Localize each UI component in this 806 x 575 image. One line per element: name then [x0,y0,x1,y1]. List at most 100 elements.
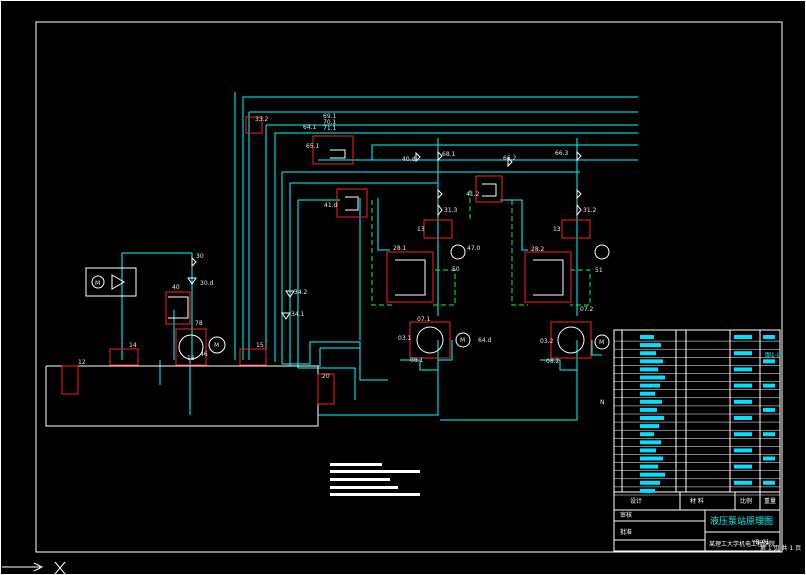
label-07-2: 07.2 [580,306,594,313]
parts-row-cell [640,440,661,445]
label-34-2: 34.2 [294,289,308,296]
parts-row-cell [640,424,659,429]
parts-row-cell [640,383,660,388]
reservoir-tank [45,365,319,427]
pressure-gauge-50-icon [450,244,466,260]
label-66-3: 66.3 [555,150,569,157]
variable-pump-2-icon [557,326,585,354]
parts-row-cell [640,416,664,420]
parts-row-cell [640,488,655,493]
parts-row-cell [640,464,658,469]
label-46: 46 [200,351,208,358]
label-14: 14 [129,342,137,349]
label-40-d: 40.d [402,156,416,163]
label-66-2: 66.2 [503,155,517,162]
parts-row-cell [734,432,752,437]
hydraulic-schematic: 33.2 64.1 69.1 70.1 71.1 65.1 40.d 68.1 … [0,0,806,575]
label-68-1: 68.1 [442,151,456,158]
parts-row-cell [640,448,656,453]
component-symbols [85,149,610,360]
tb-checker-label: 审核 [620,511,632,519]
ucs-axis-icon [2,561,66,575]
parts-row-cell [763,407,775,412]
label-07-1: 07.1 [417,316,431,323]
parts-row-cell [734,416,752,420]
parts-row-cell [640,472,665,477]
label-41-d: 41.d [324,202,338,209]
label-33-2: 33.2 [255,116,269,123]
label-motor-main: M [214,342,219,349]
label-47-0: 47.0 [467,245,481,252]
label-30: 30 [196,253,204,260]
parts-row-cell [640,367,658,372]
parts-row-cell [640,407,657,412]
label-motor-left: M [95,280,100,287]
parts-row-cell [640,351,656,356]
text-block-redacted [330,463,420,496]
diagram-labels: 33.2 64.1 69.1 70.1 71.1 65.1 40.d 68.1 … [78,113,605,406]
parts-row-cell [763,335,775,339]
drawing-title: 液压泵站原理图 [710,515,773,527]
tb-weight-label: 重量 [764,497,776,505]
title-block: 设计 材 料 比例 重量 审核 批准 液压泵站原理图 图1-II 某理工大学机电… [613,329,801,552]
label-34-1: 34.1 [291,311,305,318]
tb-version-mark: 图1-II [765,352,781,359]
label-50: 50 [452,266,460,273]
tb-designer-label: 设计 [630,497,642,505]
variable-pump-1-icon [416,326,444,354]
tb-approver-label: 批准 [620,528,632,536]
label-n: N [600,399,605,406]
tb-scale-label: 比例 [740,497,752,505]
parts-row-cell [763,383,775,388]
label-03-2: 03.2 [540,338,554,345]
label-08-2: 08.2 [546,358,560,365]
label-motor-pump-1: M [460,337,465,344]
parts-list-rows [614,335,780,496]
label-15: 15 [256,342,264,349]
label-31-2: 31.2 [583,207,597,214]
parts-row-cell [734,351,752,356]
parts-row-cell [640,432,654,437]
pressure-gauge-51-icon [594,244,610,260]
parts-row-cell [734,367,752,372]
parts-row-cell [734,399,752,404]
parts-row-cell [640,480,660,485]
parts-row-cell [640,391,655,396]
label-28-1: 28.1 [393,245,407,252]
label-13b: 13 [553,226,561,233]
label-64-d: 64.d [478,337,492,344]
label-08-1: 08.1 [410,357,424,364]
tb-material-label: 材 料 [690,497,704,505]
label-motor-pump-2: M [599,339,604,346]
parts-row-cell [734,335,752,339]
parts-row-cell [640,343,661,348]
label-64-1: 64.1 [303,124,317,131]
label-31-3: 31.3 [444,207,458,214]
label-71-1: 71.1 [323,125,337,132]
tb-sheet: 第 1 页 共 1 页 [760,544,801,552]
label-51: 51 [595,267,603,274]
parts-row-cell [734,448,752,453]
parts-row-cell [763,432,775,437]
parts-row-cell [763,480,775,485]
label-13: 13 [417,226,425,233]
parts-row-cell [640,359,663,364]
label-16: 16 [187,355,195,362]
label-12: 12 [78,359,86,366]
label-30-d: 30.d [200,280,214,287]
parts-row-cell [640,399,662,404]
parts-row-cell [640,375,665,380]
parts-row-cell [763,359,775,364]
parts-row-cell [640,335,654,339]
label-28-2: 28.2 [531,246,545,253]
parts-row-cell [734,480,752,485]
parts-row-cell [734,464,752,469]
label-65-1: 65.1 [306,143,320,150]
label-41-2: 41.2 [466,191,480,198]
parts-row-cell [734,383,752,388]
label-20: 20 [322,373,330,380]
cad-drawing-viewport[interactable]: 33.2 64.1 69.1 70.1 71.1 65.1 40.d 68.1 … [0,0,806,575]
drawing-frame [0,0,806,575]
parts-row-cell [640,456,663,461]
label-78: 78 [195,320,203,327]
